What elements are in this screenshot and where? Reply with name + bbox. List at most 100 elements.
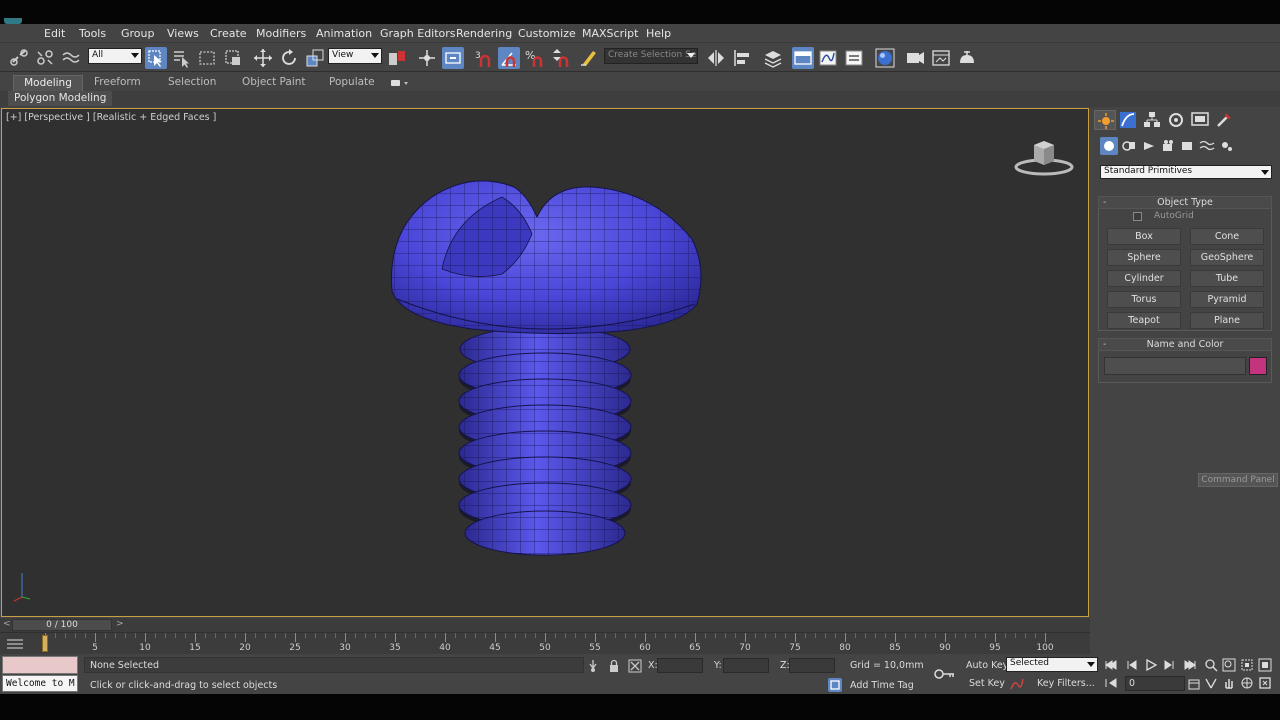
render-production-icon[interactable] <box>956 47 978 69</box>
object-category-dropdown[interactable]: Standard Primitives <box>1100 165 1272 179</box>
auto-key-button[interactable]: Auto Key <box>966 660 1008 671</box>
zoom-icon[interactable] <box>1204 658 1218 672</box>
time-configuration-icon[interactable] <box>1187 677 1201 691</box>
menu-animation[interactable]: Animation <box>316 27 372 40</box>
geosphere-button[interactable]: GeoSphere <box>1190 249 1264 266</box>
zoom-all-icon[interactable] <box>1222 658 1236 672</box>
z-coordinate-input[interactable] <box>789 658 835 673</box>
go-to-start-icon[interactable] <box>1104 658 1118 672</box>
play-icon[interactable] <box>1144 658 1158 672</box>
time-slider-thumb[interactable]: 0 / 100 <box>12 619 112 631</box>
torus-button[interactable]: Torus <box>1107 291 1181 308</box>
material-editor-icon[interactable] <box>874 47 896 69</box>
lights-icon[interactable] <box>1140 137 1158 155</box>
cone-button[interactable]: Cone <box>1190 228 1264 245</box>
unlink-selection-icon[interactable] <box>34 47 56 69</box>
sphere-button[interactable]: Sphere <box>1107 249 1181 266</box>
render-setup-icon[interactable] <box>904 47 926 69</box>
menu-help[interactable]: Help <box>646 27 671 40</box>
select-and-rotate-icon[interactable] <box>278 47 300 69</box>
utilities-tab-icon[interactable] <box>1214 110 1234 130</box>
add-time-tag-button[interactable]: Add Time Tag <box>850 680 914 691</box>
motion-tab-icon[interactable] <box>1166 110 1186 130</box>
select-and-manipulate-icon[interactable] <box>416 47 438 69</box>
curve-editor-icon[interactable] <box>817 47 839 69</box>
menu-graph-editors[interactable]: Graph Editors <box>380 27 456 40</box>
select-and-move-icon[interactable] <box>252 47 274 69</box>
key-filters-button[interactable]: Key Filters... <box>1037 678 1095 689</box>
systems-icon[interactable] <box>1218 137 1236 155</box>
current-frame-marker[interactable] <box>42 635 48 652</box>
tab-selection[interactable]: Selection <box>158 75 226 91</box>
set-keys-key-icon[interactable] <box>934 668 956 680</box>
geometry-icon[interactable] <box>1100 137 1118 155</box>
select-and-scale-icon[interactable] <box>304 47 326 69</box>
object-color-swatch[interactable] <box>1249 357 1267 375</box>
object-name-input[interactable] <box>1104 357 1246 375</box>
menu-views[interactable]: Views <box>167 27 199 40</box>
time-slider-prev-icon[interactable]: < <box>3 619 11 629</box>
named-selection-set-dropdown[interactable]: Create Selection Se <box>604 48 698 64</box>
modify-tab-icon[interactable] <box>1118 110 1138 130</box>
tube-button[interactable]: Tube <box>1190 270 1264 287</box>
toggle-ribbon-icon[interactable] <box>792 47 814 69</box>
current-frame-input[interactable]: 0 <box>1125 676 1185 691</box>
zoom-extents-all-icon[interactable] <box>1258 658 1272 672</box>
select-and-link-icon[interactable] <box>8 47 30 69</box>
menu-customize[interactable]: Customize <box>518 27 576 40</box>
maximize-viewport-icon[interactable] <box>1258 676 1272 690</box>
name-and-color-rollout-header[interactable]: - Name and Color <box>1098 338 1272 351</box>
zoom-extents-icon[interactable] <box>1240 658 1254 672</box>
pyramid-button[interactable]: Pyramid <box>1190 291 1264 308</box>
space-warps-icon[interactable] <box>1198 137 1216 155</box>
create-tab-icon[interactable] <box>1094 110 1116 130</box>
maxscript-mini-listener[interactable]: Welcome to M <box>2 675 78 692</box>
set-key-button[interactable]: Set Key <box>969 678 1005 689</box>
rendered-frame-window-icon[interactable] <box>930 47 952 69</box>
menu-group[interactable]: Group <box>121 27 155 40</box>
menu-modifiers[interactable]: Modifiers <box>256 27 306 40</box>
y-coordinate-input[interactable] <box>723 658 769 673</box>
ribbon-options-icon[interactable] <box>390 78 410 88</box>
previous-frame-icon[interactable] <box>1125 658 1139 672</box>
selection-lock-icon[interactable] <box>607 659 621 673</box>
reference-coordinate-dropdown[interactable]: View <box>328 48 382 64</box>
orbit-icon[interactable] <box>1240 676 1254 690</box>
tab-modeling[interactable]: Modeling <box>13 75 83 91</box>
perspective-viewport[interactable]: [+] [Perspective ] [Realistic + Edged Fa… <box>1 108 1089 617</box>
selection-filter-dropdown[interactable]: All <box>88 48 142 64</box>
cameras-icon[interactable] <box>1160 137 1178 155</box>
layer-explorer-icon[interactable] <box>762 47 784 69</box>
helpers-icon[interactable] <box>1178 137 1196 155</box>
autogrid-checkbox[interactable] <box>1133 212 1142 221</box>
angle-snap-toggle-icon[interactable] <box>498 47 520 69</box>
go-to-end-icon[interactable] <box>1183 658 1197 672</box>
menu-rendering[interactable]: Rendering <box>456 27 512 40</box>
menu-maxscript[interactable]: MAXScript <box>582 27 638 40</box>
tab-freeform[interactable]: Freeform <box>84 75 151 91</box>
hierarchy-tab-icon[interactable] <box>1142 110 1162 130</box>
time-slider-next-icon[interactable]: > <box>116 619 124 629</box>
box-button[interactable]: Box <box>1107 228 1181 245</box>
plane-button[interactable]: Plane <box>1190 312 1264 329</box>
tab-populate[interactable]: Populate <box>319 75 385 91</box>
bind-to-space-warp-icon[interactable] <box>60 47 82 69</box>
cylinder-button[interactable]: Cylinder <box>1107 270 1181 287</box>
x-coordinate-input[interactable] <box>657 658 703 673</box>
maxscript-mini-listener-top[interactable] <box>2 656 78 674</box>
polygon-modeling-panel[interactable]: Polygon Modeling <box>8 91 113 106</box>
teapot-button[interactable]: Teapot <box>1107 312 1181 329</box>
screw-mesh[interactable] <box>2 109 1089 617</box>
select-object-icon[interactable] <box>145 47 167 69</box>
schematic-view-icon[interactable] <box>843 47 865 69</box>
spinner-snap-toggle-icon[interactable] <box>549 47 571 69</box>
object-type-rollout-header[interactable]: - Object Type <box>1098 196 1272 209</box>
open-mini-curve-editor-icon[interactable] <box>4 637 26 651</box>
window-crossing-icon[interactable] <box>222 47 244 69</box>
percent-snap-toggle-icon[interactable]: % <box>523 47 545 69</box>
align-icon[interactable] <box>731 47 753 69</box>
pan-view-icon[interactable] <box>1222 676 1236 690</box>
shapes-icon[interactable] <box>1120 137 1138 155</box>
display-tab-icon[interactable] <box>1190 110 1210 130</box>
absolute-mode-transform-icon[interactable] <box>628 659 642 673</box>
